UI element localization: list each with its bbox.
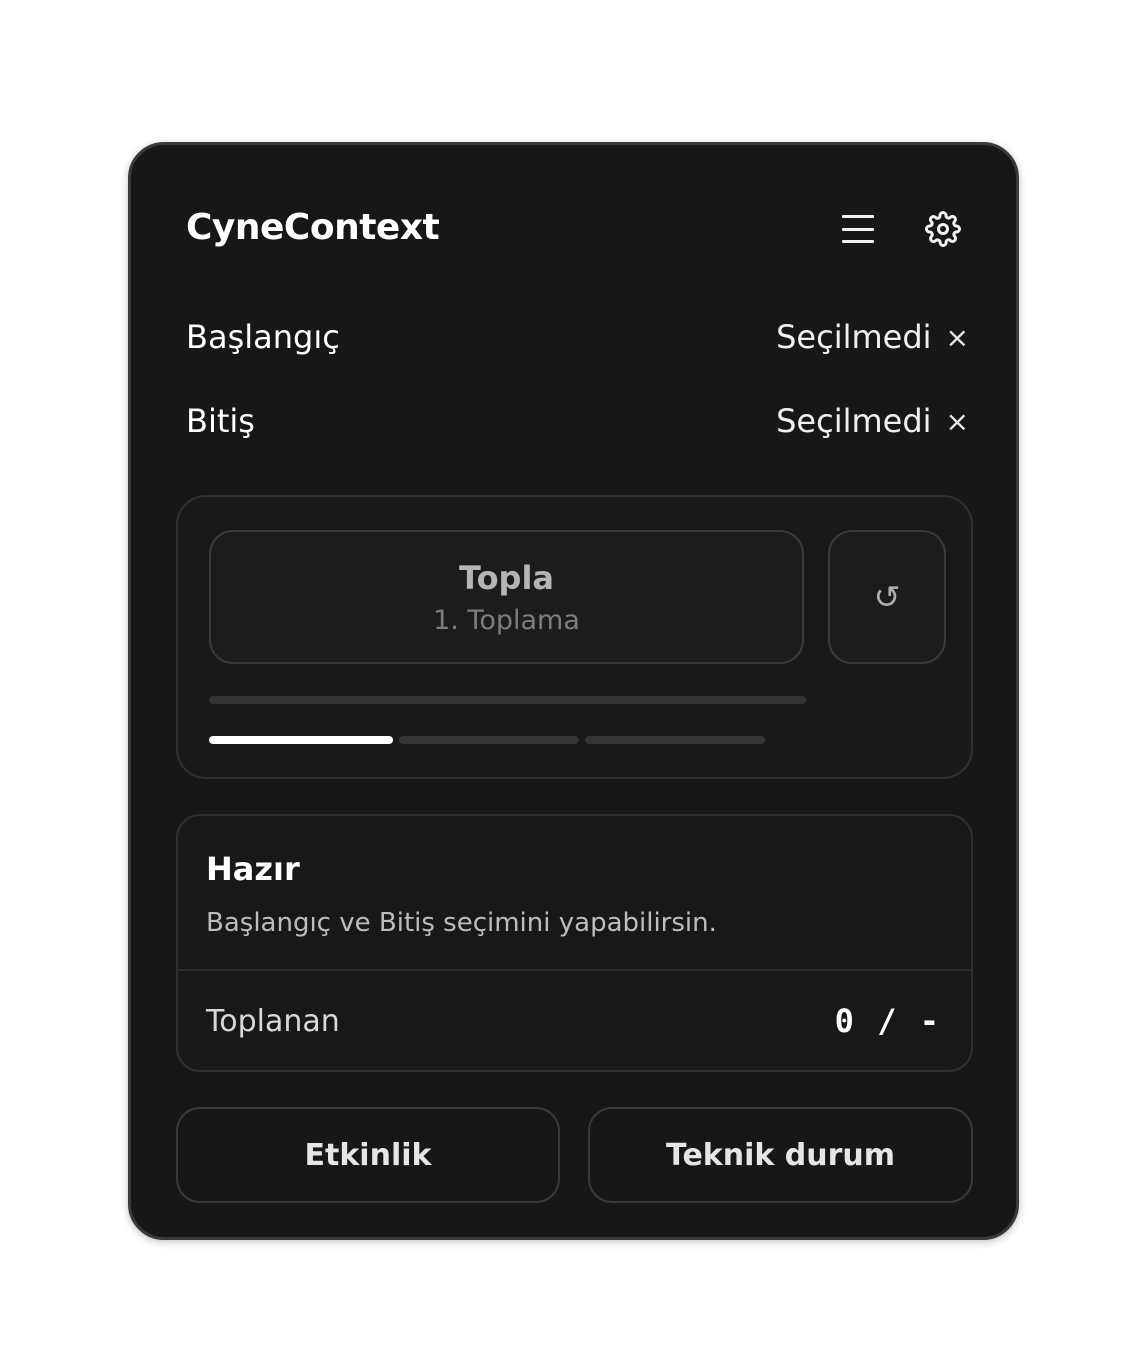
start-label: Başlangıç [186, 318, 340, 356]
reset-button[interactable]: ↺ [828, 530, 946, 664]
clear-start-icon[interactable]: × [946, 321, 969, 354]
status-title: Hazır [206, 850, 300, 888]
settings-button[interactable] [921, 207, 965, 251]
technical-status-button[interactable]: Teknik durum [588, 1107, 973, 1203]
collect-progress-track [209, 696, 806, 704]
reset-icon: ↺ [873, 578, 901, 616]
collect-button[interactable]: Topla 1. Toplama [209, 530, 804, 664]
status-description: Başlangıç ve Bitiş seçimini yapabilirsin… [206, 908, 717, 938]
hamburger-menu-icon [842, 215, 874, 243]
app-panel: CyneContext Başlangıç Seçilmedi × Bitiş … [128, 142, 1019, 1240]
start-selection-row: Başlangıç Seçilmedi × [186, 315, 969, 359]
end-value[interactable]: Seçilmedi [776, 402, 931, 440]
collect-card: Topla 1. Toplama ↺ [176, 495, 973, 779]
status-card: Hazır Başlangıç ve Bitiş seçimini yapabi… [176, 814, 973, 1072]
collected-count-label: Toplanan [206, 1004, 340, 1039]
end-label: Bitiş [186, 402, 255, 440]
app-title: CyneContext [186, 207, 440, 248]
clear-end-icon[interactable]: × [946, 405, 969, 438]
activity-button[interactable]: Etkinlik [176, 1107, 560, 1203]
step-segment [585, 736, 765, 744]
start-value[interactable]: Seçilmedi [776, 318, 931, 356]
status-divider [178, 969, 971, 971]
collect-button-title: Topla [458, 558, 555, 597]
collect-button-subtitle: 1. Toplama [433, 604, 580, 636]
menu-button[interactable] [836, 207, 880, 251]
gear-icon [925, 211, 961, 247]
step-segment [209, 736, 393, 744]
step-segment [399, 736, 579, 744]
collected-count-value: 0 / - [834, 1002, 941, 1040]
end-selection-row: Bitiş Seçilmedi × [186, 399, 969, 443]
step-indicator [209, 736, 765, 744]
